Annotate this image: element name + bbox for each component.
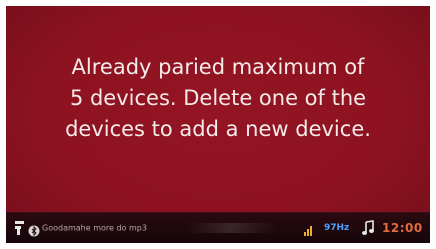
- message-line-3: devices to add a new device.: [65, 117, 371, 141]
- media-source-icon[interactable]: [14, 220, 28, 236]
- signal-icon: [303, 222, 313, 236]
- message-line-1: Already paried maximum of: [71, 55, 365, 79]
- pairing-limit-message: Already paried maximum of 5 devices. Del…: [26, 52, 410, 145]
- clock: 12:00: [382, 221, 423, 235]
- head-unit-screen: Already paried maximum of 5 devices. Del…: [6, 6, 430, 243]
- frequency-readout: 97Hz: [324, 223, 350, 233]
- bluetooth-icon: [28, 222, 40, 237]
- message-line-2: 5 devices. Delete one of the: [69, 86, 367, 110]
- status-divider: [186, 223, 276, 233]
- status-bar: Goodamahe more do mp3 97Hz 12:00: [6, 212, 430, 243]
- now-playing-track[interactable]: Goodamahe more do mp3: [42, 224, 162, 233]
- music-note-icon: [361, 220, 375, 236]
